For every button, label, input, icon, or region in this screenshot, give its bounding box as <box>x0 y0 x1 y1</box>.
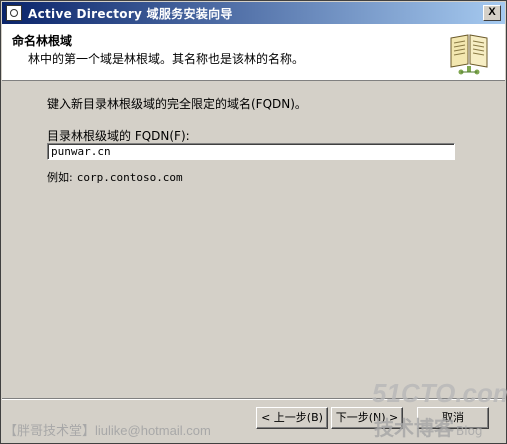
fqdn-label: 目录林根级域的 FQDN(F): <box>47 129 190 143</box>
blog-en: Blog <box>456 424 483 438</box>
app-icon <box>6 5 22 21</box>
example-hint: 例如: corp.contoso.com <box>47 169 183 185</box>
instruction-text: 键入新目录林根级域的完全限定的域名(FQDN)。 <box>47 97 307 111</box>
window-title: Active Directory 域服务安装向导 <box>28 6 233 21</box>
back-button[interactable]: < 上一步(B) <box>256 407 328 429</box>
page-subtitle: 林中的第一个域是林根域。其名称也是该林的名称。 <box>28 52 305 66</box>
title-bar[interactable]: Active Directory 域服务安装向导 X <box>2 2 505 24</box>
page-title: 命名林根域 <box>12 34 73 48</box>
site-logo-watermark: 51CTO.com <box>372 378 507 408</box>
blog-cn: 技术博客 <box>374 416 454 440</box>
fqdn-input[interactable] <box>47 143 455 160</box>
wizard-content: 键入新目录林根级域的完全限定的域名(FQDN)。 目录林根级域的 FQDN(F)… <box>1 81 506 401</box>
blog-watermark: 技术博客 Blog <box>374 412 483 441</box>
author-watermark: 【胖哥技术堂】liulike@hotmail.com <box>4 423 211 438</box>
example-label: 例如: <box>47 171 73 184</box>
example-value: corp.contoso.com <box>76 171 183 184</box>
wizard-header: 命名林根域 林中的第一个域是林根域。其名称也是该林的名称。 <box>2 24 505 81</box>
book-icon <box>450 34 488 75</box>
close-button[interactable]: X <box>483 5 501 21</box>
